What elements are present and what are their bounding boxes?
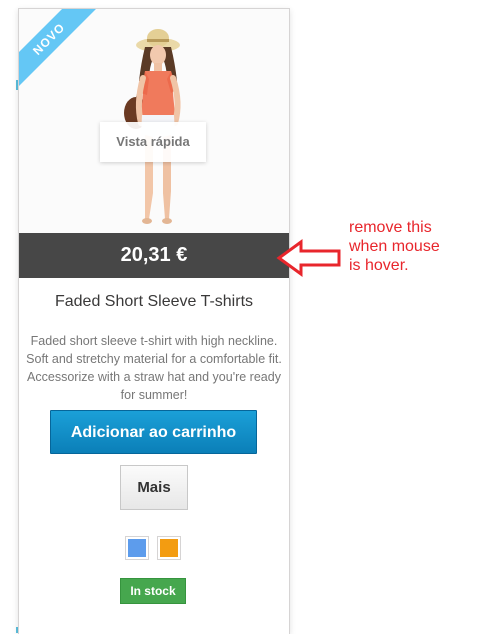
color-swatch-orange[interactable] [157, 536, 181, 560]
product-image[interactable]: NOVO Vista rápida [19, 9, 289, 233]
annotation-line: remove this [349, 219, 432, 236]
price-label: 20,31 € [19, 233, 289, 278]
annotation-note: remove this when mouse is hover. [349, 218, 479, 275]
swatch-fill [160, 539, 178, 557]
annotation-line: when mouse [349, 238, 440, 255]
product-name-link[interactable]: Faded Short Sleeve T-shirts [19, 293, 289, 311]
add-to-cart-button[interactable]: Adicionar ao carrinho [50, 410, 257, 454]
new-badge: NOVO [19, 9, 100, 90]
annotation-line: is hover. [349, 257, 409, 274]
swatch-fill [128, 539, 146, 557]
color-swatch-blue[interactable] [125, 536, 149, 560]
more-button[interactable]: Mais [120, 465, 188, 510]
quick-view-button[interactable]: Vista rápida [100, 122, 206, 162]
product-description: Faded short sleeve t-shirt with high nec… [26, 334, 282, 402]
stock-badge: In stock [120, 578, 186, 604]
product-card: NOVO Vista rápida 20,31 € Faded Short Sl… [18, 8, 290, 634]
arrow-left-icon [276, 239, 341, 277]
